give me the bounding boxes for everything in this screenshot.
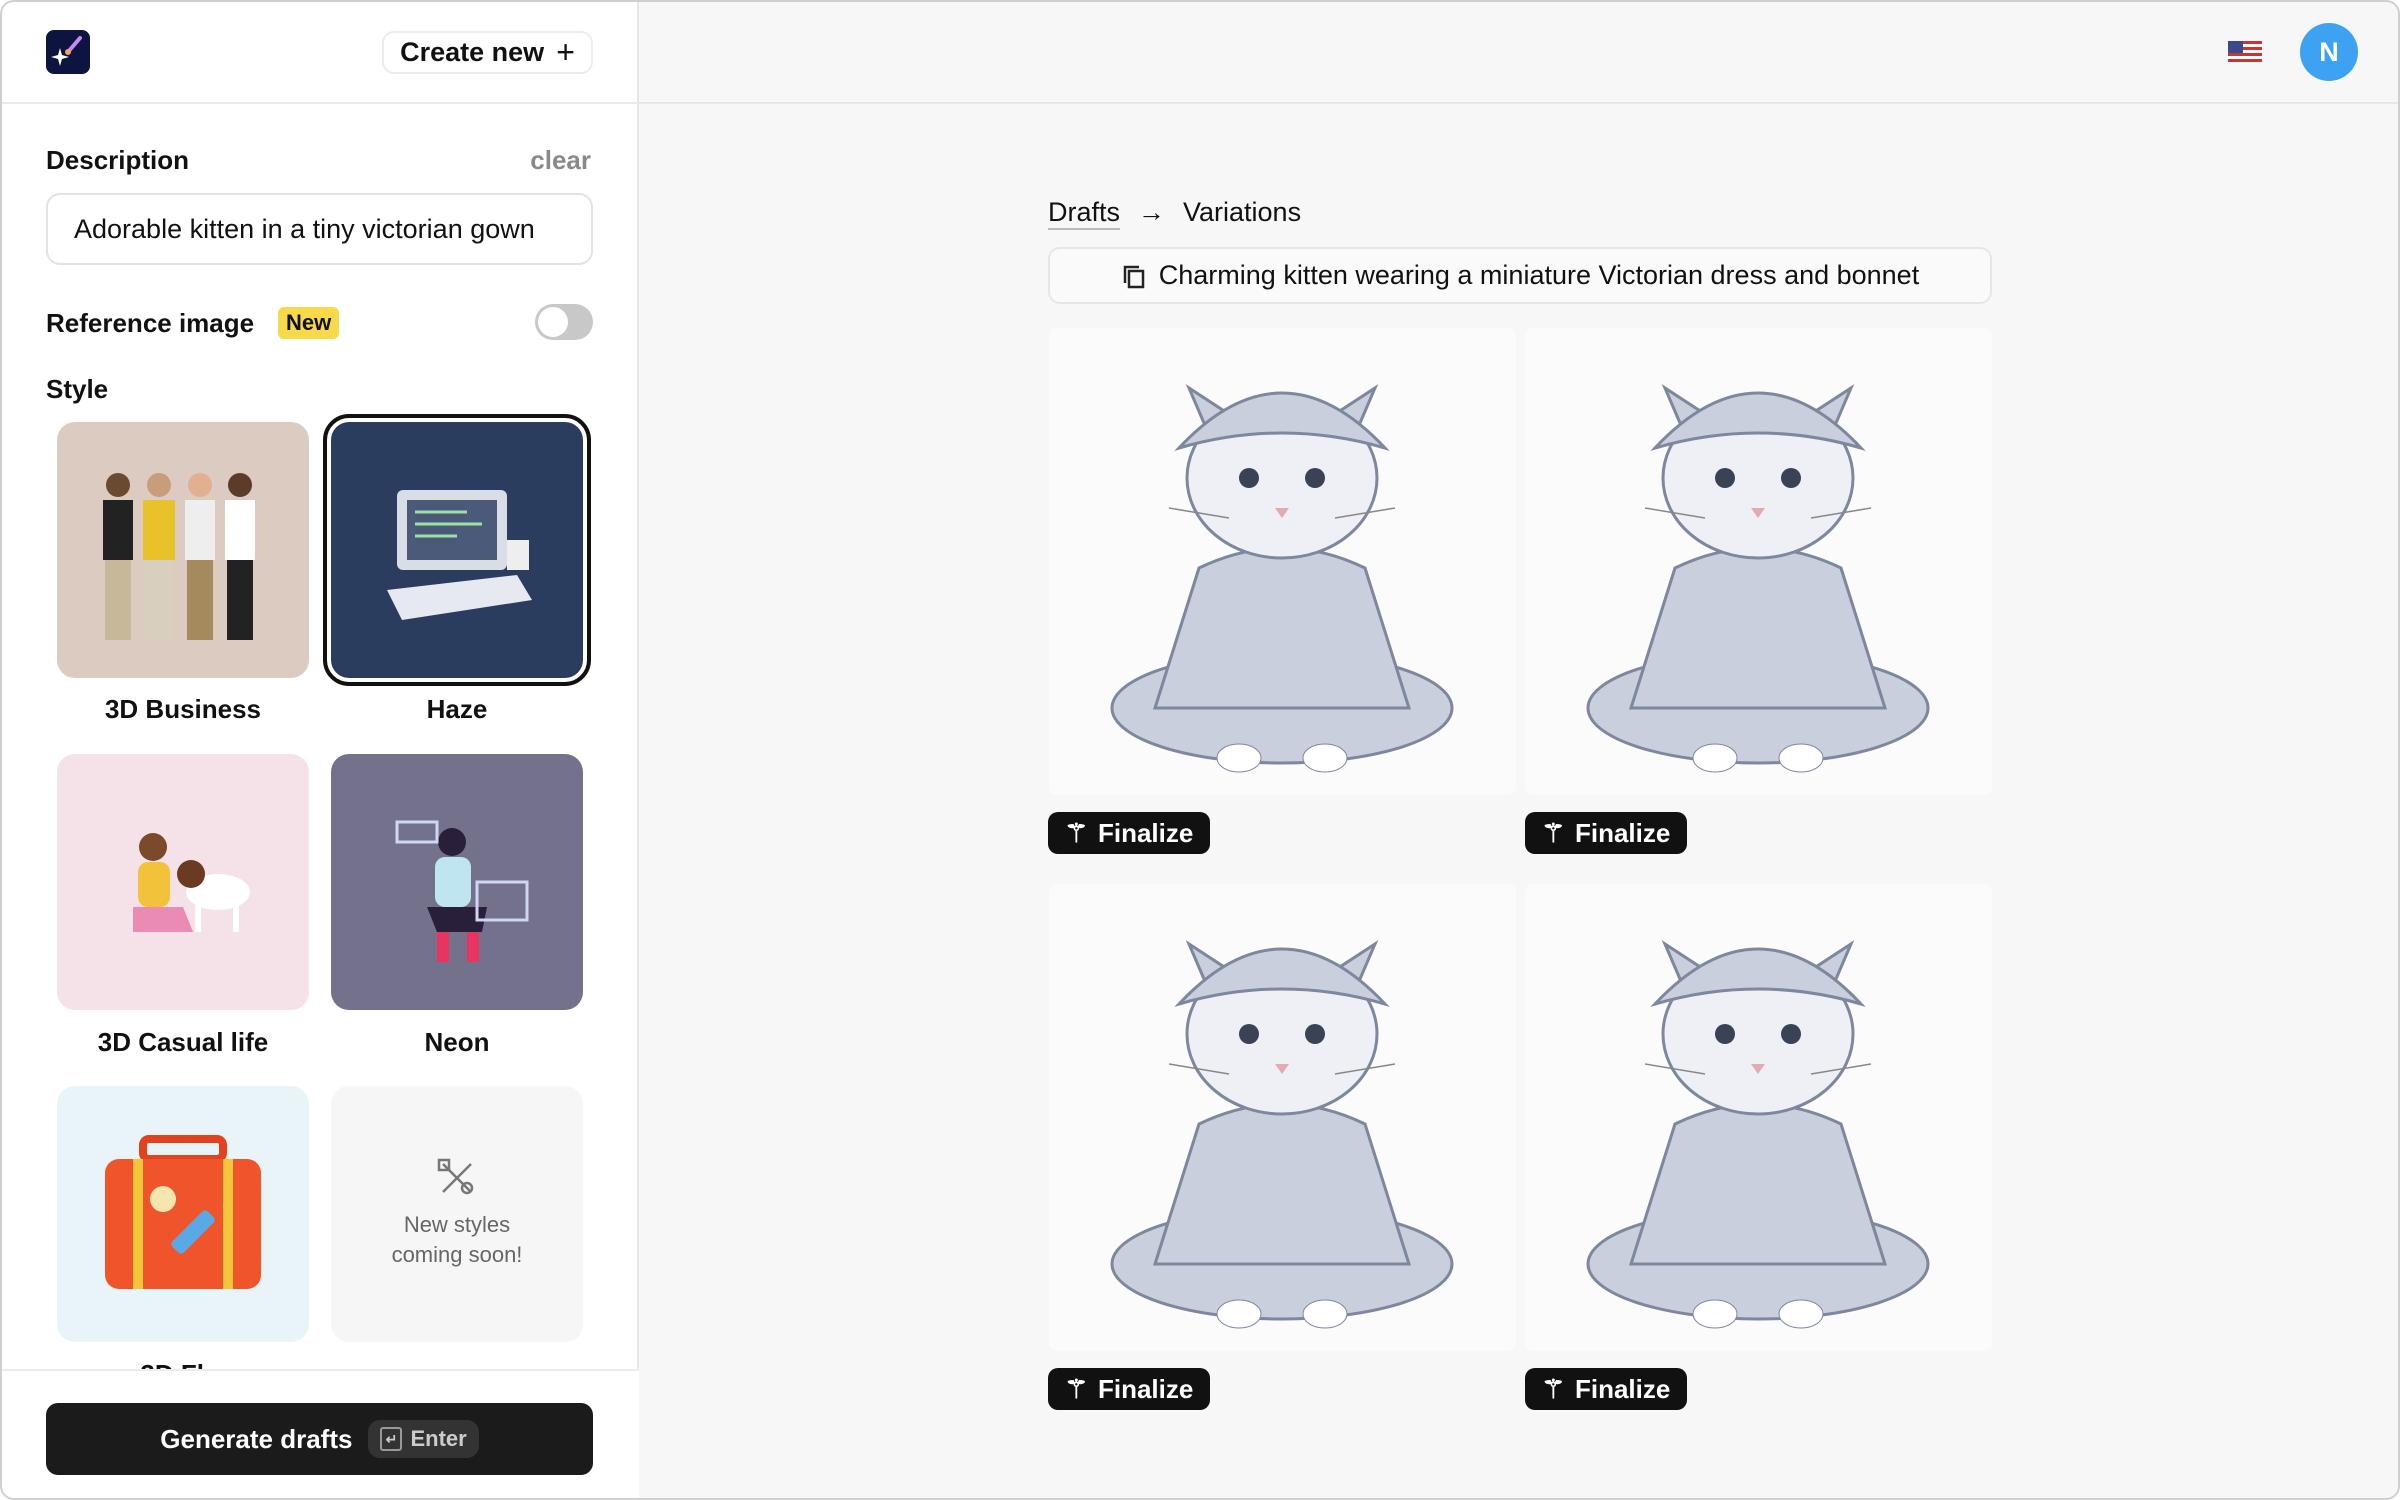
magic-wand-icon: ⚚	[1064, 1373, 1088, 1404]
style-label-haze: Haze	[426, 694, 488, 724]
style-card-3d-casual-life[interactable]	[57, 754, 309, 1010]
us-flag-icon[interactable]	[2228, 41, 2262, 63]
finalize-button[interactable]: ⚚ Finalize	[1525, 812, 1687, 854]
woman-dog-illustration	[133, 833, 250, 932]
coming-soon-text: New styles coming soon!	[391, 1212, 523, 1267]
style-card-3d-flat[interactable]	[57, 1086, 309, 1342]
variation-image[interactable]	[1525, 328, 1992, 795]
variation-image[interactable]	[1049, 884, 1516, 1351]
prompt-text: Charming kitten wearing a miniature Vict…	[1158, 260, 1920, 290]
new-badge: New	[278, 307, 340, 339]
breadcrumb-variations: Variations	[1183, 197, 1302, 227]
tools-icon	[437, 1158, 474, 1195]
sidebar: Create new + Description clear Adorable k…	[2, 2, 639, 1498]
enter-key-icon: ↵	[380, 1427, 403, 1451]
style-label-3d-casual-life: 3D Casual life	[97, 1027, 269, 1057]
finalize-label: Finalize	[1097, 817, 1194, 848]
people-illustration	[103, 473, 255, 640]
enter-label: Enter	[410, 1426, 467, 1451]
neon-person-illustration	[395, 820, 529, 962]
style-label-3d-business: 3D Business	[104, 694, 262, 724]
computer-illustration	[387, 490, 532, 620]
finalize-label: Finalize	[1097, 1373, 1194, 1404]
generate-drafts-button[interactable]: Generate drafts ↵ Enter	[46, 1403, 593, 1475]
top-bar	[639, 2, 2398, 104]
create-new-label: Create new	[400, 37, 545, 67]
variation-image[interactable]	[1049, 328, 1516, 795]
finalize-label: Finalize	[1574, 1373, 1671, 1404]
style-label-neon: Neon	[424, 1027, 490, 1057]
suitcase-illustration	[105, 1135, 261, 1289]
style-card-haze[interactable]	[323, 414, 591, 686]
style-card-neon[interactable]	[331, 754, 583, 1010]
finalize-button[interactable]: ⚚ Finalize	[1048, 812, 1210, 854]
finalize-button[interactable]: ⚚ Finalize	[1525, 1368, 1687, 1410]
arrow-right-icon: →	[1138, 197, 1166, 227]
generate-label: Generate drafts	[160, 1423, 353, 1454]
reference-image-toggle[interactable]	[535, 304, 593, 340]
sidebar-header: Create new +	[2, 2, 639, 104]
enter-shortcut: ↵ Enter	[368, 1420, 479, 1458]
create-new-button[interactable]: Create new +	[382, 31, 593, 74]
app-window: Create new + Description clear Adorable k…	[0, 0, 2400, 1500]
app-logo[interactable]	[46, 30, 90, 74]
reference-image-label: Reference image	[46, 308, 255, 338]
style-label: Style	[46, 374, 109, 404]
clear-button[interactable]: clear	[530, 145, 591, 176]
prompt-copy-box[interactable]: Charming kitten wearing a miniature Vict…	[1048, 247, 1992, 304]
style-card-3d-business[interactable]	[57, 422, 309, 678]
finalize-button[interactable]: ⚚ Finalize	[1048, 1368, 1210, 1410]
breadcrumb-drafts[interactable]: Drafts	[1048, 197, 1121, 230]
coming-soon-card: New styles coming soon!	[331, 1086, 583, 1342]
magic-wand-icon: ⚚	[1541, 1373, 1565, 1404]
finalize-label: Finalize	[1574, 817, 1671, 848]
magic-wand-icon: ⚚	[1064, 817, 1088, 848]
description-label: Description	[46, 145, 190, 175]
sidebar-footer: Generate drafts ↵ Enter	[2, 1369, 639, 1498]
breadcrumb: Drafts → Variations	[1048, 197, 1301, 230]
variation-image[interactable]	[1525, 884, 1992, 1351]
avatar[interactable]: N	[2300, 23, 2358, 81]
description-input[interactable]: Adorable kitten in a tiny victorian gown	[46, 193, 593, 265]
plus-icon: +	[556, 34, 575, 70]
copy-icon	[1123, 265, 1145, 288]
magic-wand-icon: ⚚	[1541, 817, 1565, 848]
